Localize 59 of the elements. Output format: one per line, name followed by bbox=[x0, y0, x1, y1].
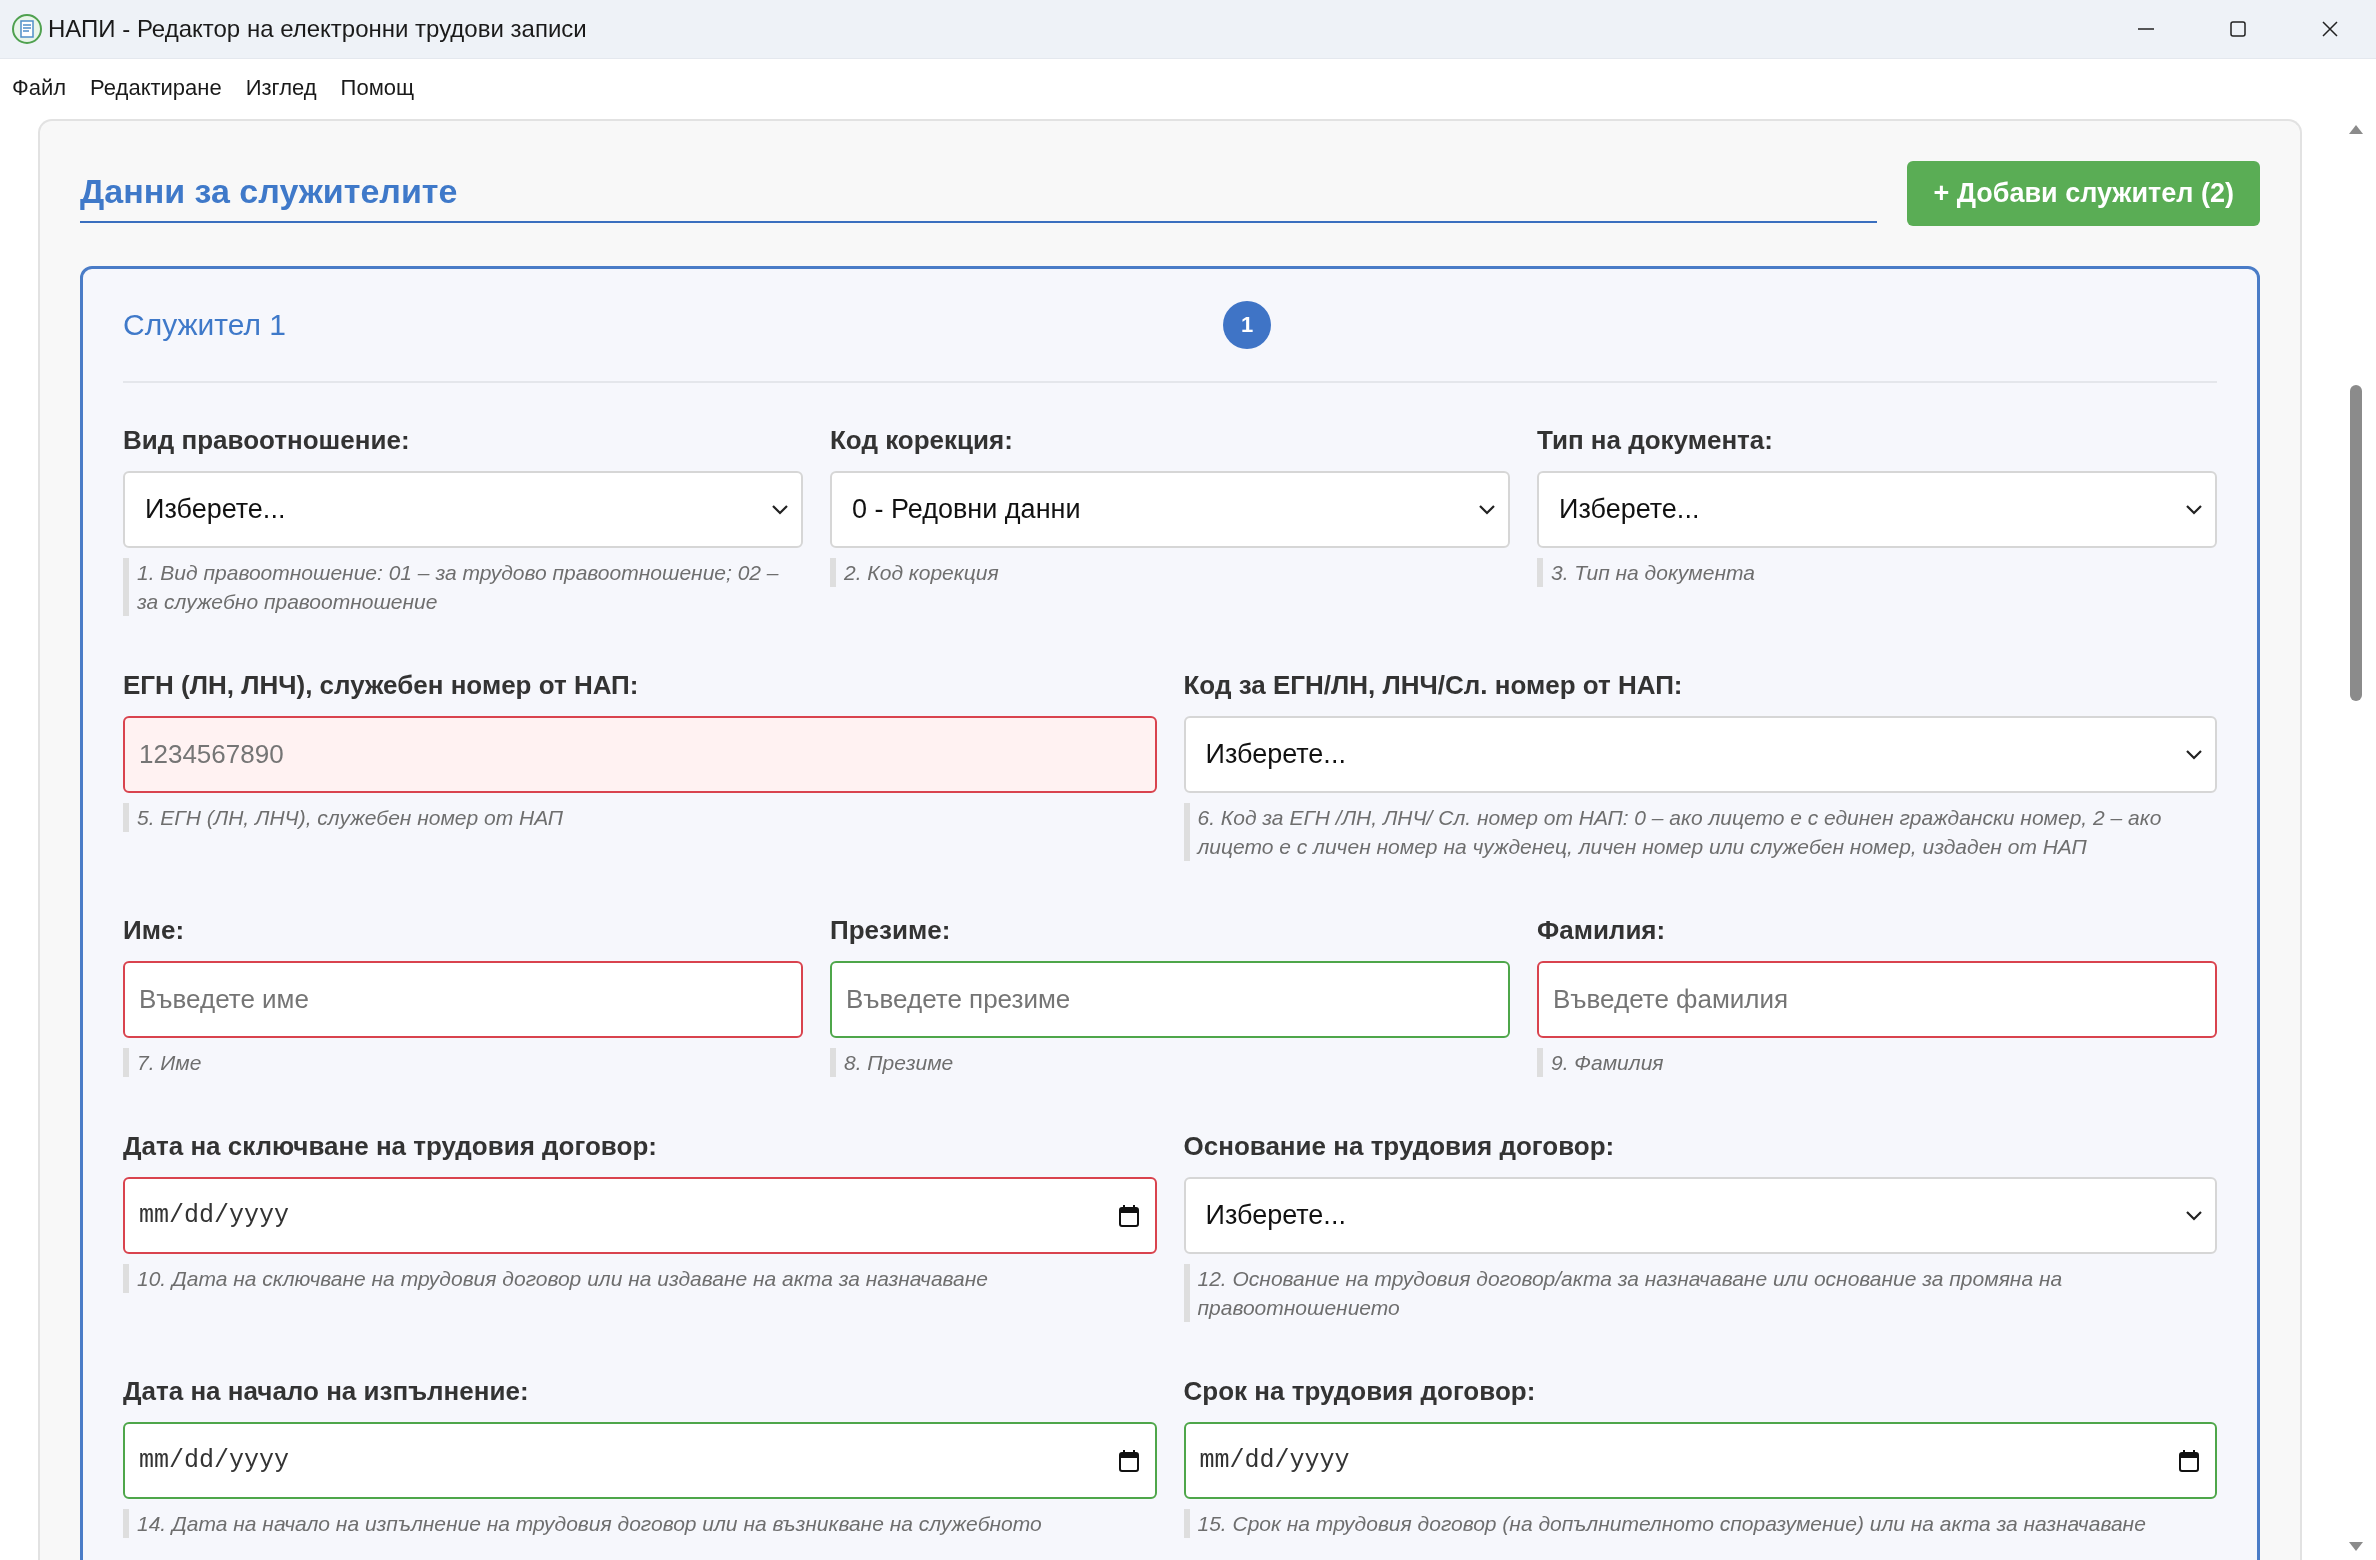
number-badge: 1 bbox=[1223, 301, 1271, 349]
chevron-down-icon bbox=[2185, 748, 2203, 761]
menu-item[interactable]: Изглед bbox=[237, 69, 325, 107]
dropdown[interactable]: Изберете... bbox=[123, 471, 803, 548]
field-label: Тип на документа: bbox=[1537, 424, 1774, 457]
scroll-down-icon[interactable] bbox=[2347, 1541, 2364, 1553]
dropdown[interactable]: Изберете... bbox=[1183, 1177, 2217, 1254]
input-field[interactable]: 1234567890 bbox=[123, 716, 1157, 793]
field-label: ЕГН (ЛН, ЛНЧ), служебен номер от НАП: bbox=[123, 669, 640, 702]
minimize-icon bbox=[2138, 28, 2154, 30]
close-icon bbox=[2320, 19, 2340, 39]
field-label: Фамилия: bbox=[1537, 914, 1667, 947]
field-hint: 14. Дата на начало на изпълнение на трудовия договор или на възникване на служебното bbox=[123, 1509, 1157, 1538]
dropdown[interactable]: 0 - Редовни данни bbox=[830, 471, 1510, 548]
dropdown[interactable]: Изберете... bbox=[1537, 471, 2217, 548]
chevron-down-icon bbox=[2185, 503, 2203, 516]
field-hint: 3. Тип на документа bbox=[1537, 558, 2217, 587]
field-label: Срок на трудовия договор: bbox=[1183, 1375, 1537, 1408]
field-label: Код за ЕГН/ЛН, ЛНЧ/Сл. номер от НАП: bbox=[1183, 669, 1684, 702]
field-hint: 1. Вид правоотношение: 01 – за трудово правоотношение; 02 – за служебно правоотношение bbox=[123, 558, 803, 616]
field-hint: 15. Срок на трудовия договор (на допълнителното споразумение) или на акта за назначаване bbox=[1183, 1509, 2217, 1538]
field-hint: 6. Код за ЕГН /ЛН, ЛНЧ/ Сл. номер от НАП: 0 – ако лицето е с единен граждански номер, 2 – ако лицето е с личен номер на чужденец, личен номер или служебен номер, издаден от НАП bbox=[1183, 803, 2217, 861]
date-field[interactable]: mm/dd/yyyy bbox=[1183, 1422, 2217, 1499]
chevron-down-icon bbox=[2185, 1209, 2203, 1222]
input-field[interactable]: Въведете име bbox=[123, 961, 803, 1038]
calendar-icon bbox=[2179, 1449, 2199, 1472]
field-label: Вид правоотношение: bbox=[123, 424, 411, 457]
app-logo-icon bbox=[12, 14, 42, 44]
calendar-icon bbox=[1118, 1449, 1139, 1472]
field-label: Код корекция: bbox=[830, 424, 1014, 457]
field-label: Дата на начало на изпълнение: bbox=[123, 1375, 530, 1408]
scroll-up-icon[interactable] bbox=[2347, 123, 2364, 135]
field-hint: 10. Дата на сключване на трудовия договор или на издаване на акта за назначаване bbox=[123, 1264, 1157, 1293]
field-hint: 2. Код корекция bbox=[830, 558, 1510, 587]
field-label: Име: bbox=[123, 914, 186, 947]
dropdown[interactable]: Изберете... bbox=[1183, 716, 2217, 793]
section-title: Данни за служителите bbox=[80, 172, 458, 210]
field-hint: 7. Име bbox=[123, 1048, 803, 1077]
input-field[interactable]: Въведете фамилия bbox=[1537, 961, 2217, 1038]
date-field[interactable]: mm/dd/yyyy bbox=[123, 1422, 1157, 1499]
field-label: Презиме: bbox=[830, 914, 952, 947]
field-hint: 8. Презиме bbox=[830, 1048, 1510, 1077]
field-label: Дата на сключване на трудовия договор: bbox=[123, 1130, 658, 1163]
input-field[interactable]: Въведете презиме bbox=[830, 961, 1510, 1038]
field-hint: 9. Фамилия bbox=[1537, 1048, 2217, 1077]
field-hint: 12. Основание на трудовия договор/акта за назначаване или основание за промяна на правоотношението bbox=[1183, 1264, 2217, 1322]
chevron-down-icon bbox=[771, 503, 789, 516]
employee-title: Служител 1 bbox=[123, 308, 287, 342]
menu-item[interactable]: Помощ bbox=[332, 69, 423, 107]
field-label: Основание на трудовия договор: bbox=[1183, 1130, 1616, 1163]
maximize-icon bbox=[2228, 19, 2248, 39]
scrollbar-thumb[interactable] bbox=[2349, 385, 2362, 701]
date-field[interactable]: mm/dd/yyyy bbox=[123, 1177, 1157, 1254]
chevron-down-icon bbox=[1478, 503, 1496, 516]
window-title: НАПИ - Редактор на електронни трудови записи bbox=[48, 15, 588, 43]
menu-item[interactable]: Редактиране bbox=[82, 69, 230, 107]
calendar-icon bbox=[1118, 1204, 1139, 1227]
field-hint: 5. ЕГН (ЛН, ЛНЧ), служебен номер от НАП bbox=[123, 803, 1157, 832]
menu-item[interactable]: Файл bbox=[4, 69, 75, 107]
